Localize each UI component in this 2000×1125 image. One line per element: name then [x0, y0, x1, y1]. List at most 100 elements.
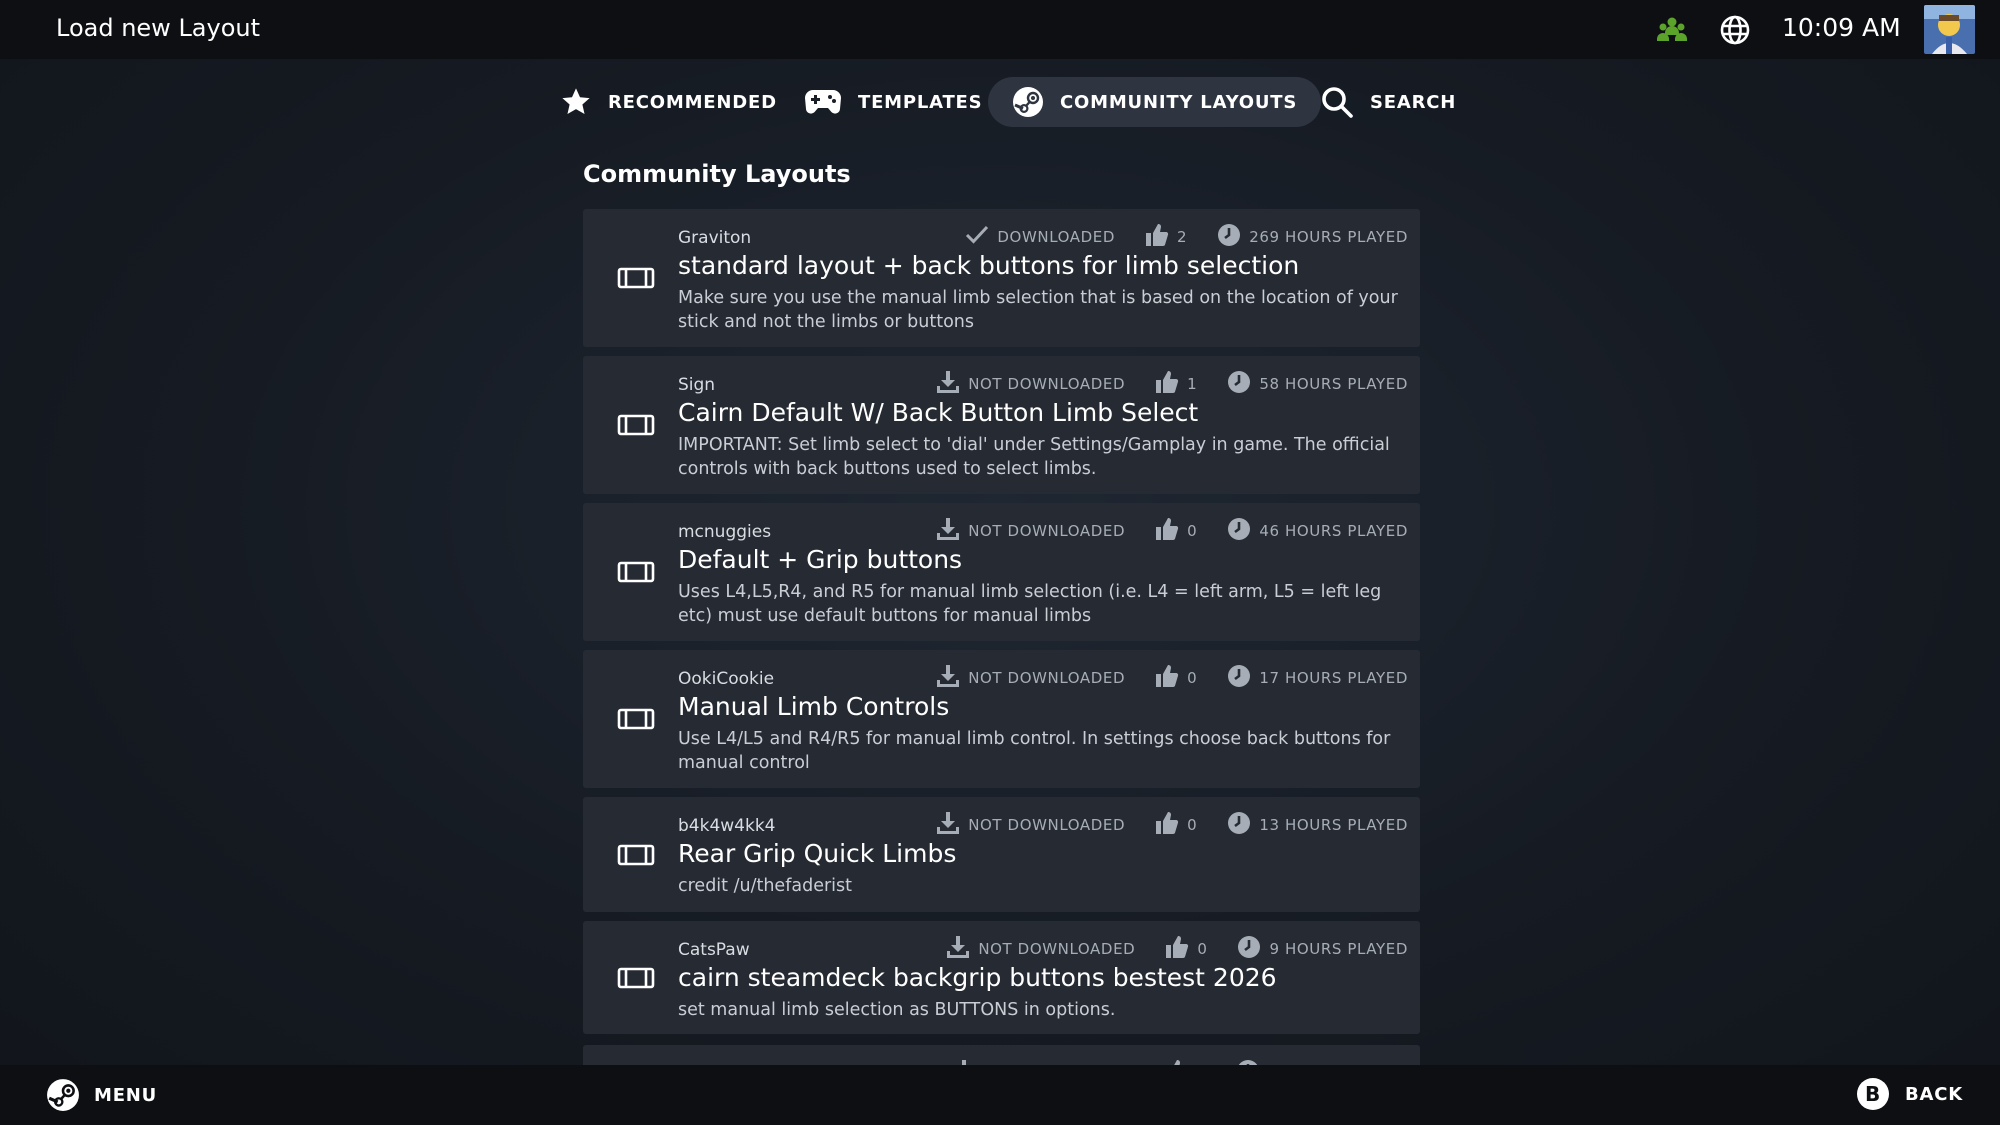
layout-author: OokiCookie — [678, 669, 775, 689]
layout-card[interactable]: NOT DOWNLOADED 0 46 HOURS PLAYED mcnuggies D… — [583, 503, 1420, 641]
likes-count: 0 — [1187, 816, 1198, 834]
clock-icon — [1217, 223, 1249, 251]
layout-card-partial[interactable] — [583, 1045, 1420, 1065]
tab-label: COMMUNITY LAYOUTS — [1060, 91, 1298, 113]
layout-author: mcnuggies — [678, 522, 772, 542]
globe-icon[interactable] — [1718, 13, 1752, 47]
layout-description: Uses L4,L5,R4, and R5 for manual limb se… — [678, 582, 1382, 626]
layout-meta: NOT DOWNLOADED 1 58 HOURS PLAYED — [936, 370, 1408, 398]
layout-name: cairn steamdeck backgrip buttons bestest… — [678, 963, 1277, 992]
tab-label: TEMPLATES — [858, 91, 983, 113]
thumbs-up-icon — [1145, 223, 1177, 251]
status-text: NOT DOWNLOADED — [968, 375, 1126, 393]
layout-card[interactable]: DOWNLOADED 2 269 HOURS PLAYED Graviton stand… — [583, 209, 1420, 347]
search-icon — [1322, 87, 1353, 118]
layout-description: set manual limb selection as BUTTONS in … — [678, 1000, 1116, 1020]
likes-count: 0 — [1187, 669, 1198, 687]
layout-card[interactable]: NOT DOWNLOADED 0 13 HOURS PLAYED b4k4w4kk4 R… — [583, 797, 1420, 912]
clock-icon — [1227, 517, 1259, 545]
status-text: DOWNLOADED — [997, 228, 1116, 246]
clock-icon — [1227, 370, 1259, 398]
thumbs-up-icon — [1155, 664, 1187, 692]
hours-text: 13 HOURS PLAYED — [1259, 816, 1408, 834]
status-text: NOT DOWNLOADED — [968, 522, 1126, 540]
avatar[interactable] — [1924, 5, 1975, 54]
tab-label: SEARCH — [1370, 91, 1457, 113]
top-bar: Load new Layout 10:09 AM — [0, 0, 2000, 59]
clock-icon — [1227, 664, 1259, 692]
controller-layout-icon — [617, 843, 655, 867]
layout-author: b4k4w4kk4 — [678, 816, 776, 836]
download-icon — [936, 517, 968, 545]
likes: 0 — [1155, 517, 1197, 545]
layout-description: credit /u/thefaderist — [678, 876, 852, 896]
download-icon — [936, 664, 968, 692]
controller-layout-icon — [617, 266, 655, 290]
gamepad-icon — [805, 90, 841, 114]
layout-card[interactable]: NOT DOWNLOADED 0 17 HOURS PLAYED OokiCookie… — [583, 650, 1420, 788]
layout-meta: NOT DOWNLOADED 0 13 HOURS PLAYED — [936, 811, 1408, 839]
controller-layout-icon — [617, 413, 655, 437]
likes: 0 — [1165, 935, 1207, 963]
hours-played: 13 HOURS PLAYED — [1227, 811, 1408, 839]
steam-icon — [1013, 87, 1043, 117]
back-label: BACK — [1905, 1083, 1964, 1105]
download-status: NOT DOWNLOADED — [946, 935, 1135, 963]
hours-text: 9 HOURS PLAYED — [1269, 940, 1408, 958]
layout-meta: DOWNLOADED 2 269 HOURS PLAYED — [965, 223, 1408, 251]
status-text: NOT DOWNLOADED — [968, 669, 1126, 687]
friends-icon[interactable] — [1655, 13, 1689, 47]
thumbs-up-icon — [1155, 517, 1187, 545]
tab-recommended[interactable]: RECOMMENDED — [560, 77, 777, 127]
hours-played: 9 HOURS PLAYED — [1237, 935, 1408, 963]
thumbs-up-icon — [1165, 935, 1197, 963]
tab-label: RECOMMENDED — [608, 91, 777, 113]
likes-count: 0 — [1197, 940, 1208, 958]
status-text: NOT DOWNLOADED — [968, 816, 1126, 834]
layout-description: Make sure you use the manual limb select… — [678, 288, 1398, 332]
tab-community-layouts[interactable]: COMMUNITY LAYOUTS — [988, 77, 1322, 127]
layout-meta: NOT DOWNLOADED 0 17 HOURS PLAYED — [936, 664, 1408, 692]
download-icon — [946, 935, 978, 963]
likes-count: 0 — [1187, 522, 1198, 540]
likes-count: 2 — [1177, 228, 1188, 246]
hours-text: 17 HOURS PLAYED — [1259, 669, 1408, 687]
layout-list[interactable]: DOWNLOADED 2 269 HOURS PLAYED Graviton stand… — [583, 209, 1420, 1065]
controller-layout-icon — [617, 560, 655, 584]
layout-name: Manual Limb Controls — [678, 692, 950, 721]
hours-played: 17 HOURS PLAYED — [1227, 664, 1408, 692]
hours-played: 269 HOURS PLAYED — [1217, 223, 1408, 251]
layout-card[interactable]: NOT DOWNLOADED 0 9 HOURS PLAYED CatsPaw cair… — [583, 921, 1420, 1034]
layout-description: Use L4/L5 and R4/R5 for manual limb cont… — [678, 729, 1391, 773]
tab-search[interactable]: SEARCH — [1320, 77, 1456, 127]
controller-layout-icon — [617, 966, 655, 990]
layout-author: CatsPaw — [678, 940, 750, 960]
hours-text: 269 HOURS PLAYED — [1249, 228, 1408, 246]
download-status: DOWNLOADED — [965, 224, 1115, 250]
layout-name: Cairn Default W/ Back Button Limb Select — [678, 398, 1199, 427]
download-status: NOT DOWNLOADED — [936, 664, 1125, 692]
thumbs-up-icon — [1155, 811, 1187, 839]
back-button[interactable]: B BACK — [1857, 1078, 1963, 1110]
download-icon — [936, 811, 968, 839]
clock-icon — [1237, 935, 1269, 963]
layout-name: standard layout + back buttons for limb … — [678, 251, 1300, 280]
download-status: NOT DOWNLOADED — [936, 517, 1125, 545]
section-title: Community Layouts — [583, 160, 851, 188]
page-title: Load new Layout — [56, 14, 261, 42]
menu-button[interactable]: MENU — [46, 1078, 157, 1112]
steam-icon — [47, 1079, 79, 1111]
tab-bar: RECOMMENDED TEMPLATES COMMUNITY LAYOUTS … — [0, 77, 2000, 127]
likes: 2 — [1145, 223, 1187, 251]
likes-count: 1 — [1187, 375, 1198, 393]
hours-played: 58 HOURS PLAYED — [1227, 370, 1408, 398]
layout-name: Default + Grip buttons — [678, 545, 963, 574]
layout-meta: NOT DOWNLOADED 0 9 HOURS PLAYED — [946, 935, 1408, 963]
hours-text: 58 HOURS PLAYED — [1259, 375, 1408, 393]
tab-templates[interactable]: TEMPLATES — [804, 77, 982, 127]
likes: 0 — [1155, 811, 1197, 839]
download-status: NOT DOWNLOADED — [936, 370, 1125, 398]
layout-author: Graviton — [678, 228, 752, 248]
layout-card[interactable]: NOT DOWNLOADED 1 58 HOURS PLAYED Sign Cairn … — [583, 356, 1420, 494]
checkmark-icon — [965, 224, 997, 250]
